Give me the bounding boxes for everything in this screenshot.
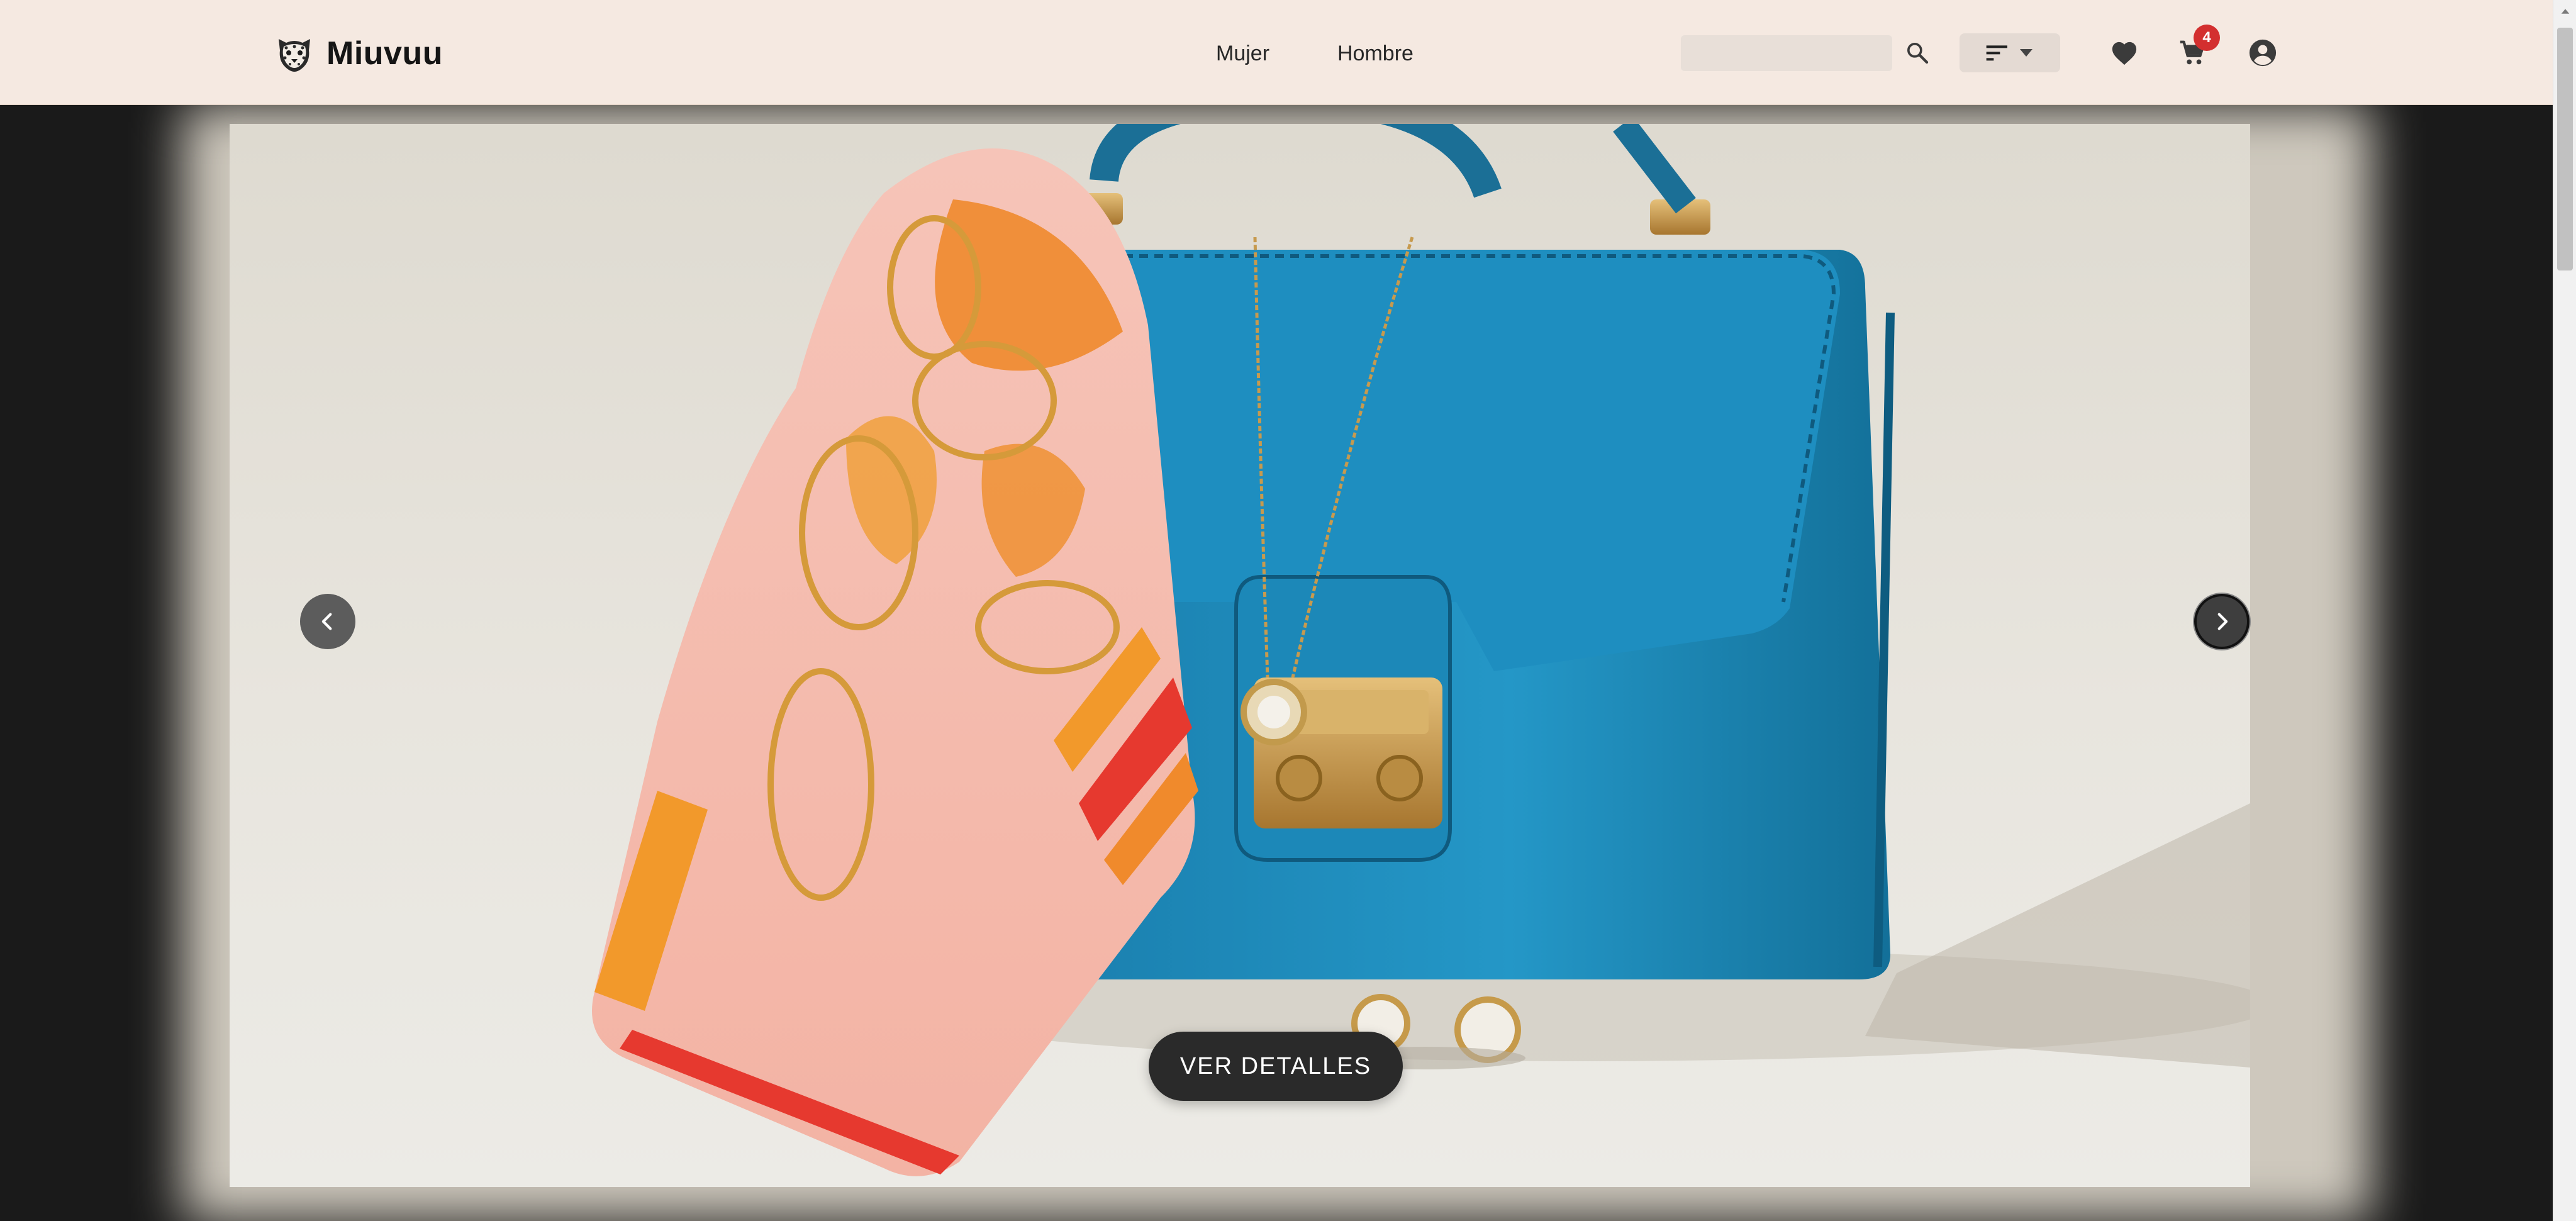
leopard-head-icon <box>274 33 315 74</box>
account-circle-icon <box>2249 39 2277 67</box>
nav-link-women[interactable]: Mujer <box>1216 38 1269 69</box>
heart-icon <box>2112 42 2137 65</box>
nav-link-men[interactable]: Hombre <box>1337 38 1413 69</box>
carousel-next-button[interactable] <box>2194 594 2250 649</box>
scrollbar-thumb[interactable] <box>2557 28 2573 270</box>
carousel-prev-button[interactable] <box>300 594 355 649</box>
search-button[interactable] <box>1901 36 1934 69</box>
caret-down-icon <box>2020 49 2032 57</box>
hero-carousel: VER DETALLES <box>0 105 2553 1221</box>
top-navigation-bar: Miuvuu Mujer Hombre 4 <box>0 0 2553 105</box>
scroll-up-arrow-icon[interactable] <box>2553 0 2576 23</box>
search-icon <box>1907 43 1929 64</box>
chevron-left-icon <box>321 613 332 630</box>
sort-dropdown-button[interactable] <box>1960 33 2060 72</box>
account-button[interactable] <box>2243 33 2283 73</box>
page-scrollbar[interactable] <box>2553 0 2576 1221</box>
favorites-button[interactable] <box>2104 33 2144 73</box>
sort-icon <box>1986 45 2007 61</box>
search-input[interactable] <box>1681 35 1892 71</box>
hero-slide-image <box>230 124 2250 1187</box>
brand-name: Miuvuu <box>326 35 443 72</box>
view-details-button[interactable]: VER DETALLES <box>1149 1032 1403 1101</box>
brand-home-link[interactable]: Miuvuu <box>274 33 443 74</box>
cart-count-badge: 4 <box>2194 25 2220 51</box>
chevron-right-icon <box>2217 613 2228 630</box>
